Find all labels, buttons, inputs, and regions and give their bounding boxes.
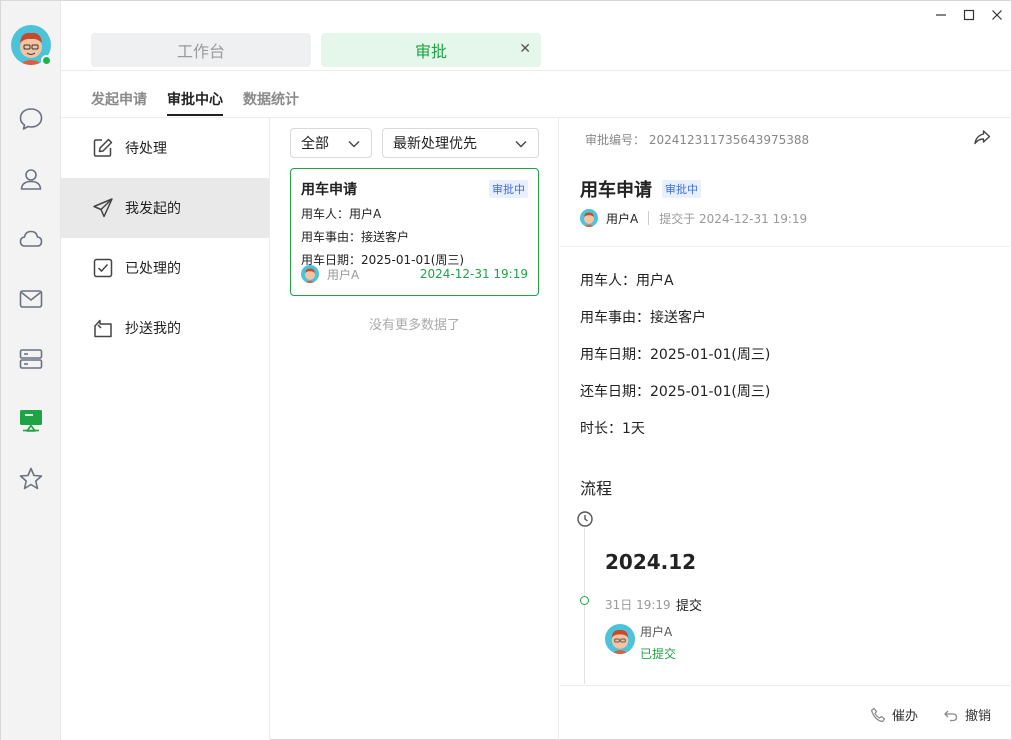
online-status-dot xyxy=(41,55,52,66)
edit-icon xyxy=(91,136,115,160)
subtab-statistics[interactable]: 数据统计 xyxy=(243,89,299,109)
server-icon[interactable] xyxy=(16,344,46,374)
close-tab-icon[interactable]: ✕ xyxy=(519,41,531,57)
chat-icon[interactable] xyxy=(16,104,46,134)
avatar xyxy=(301,265,319,283)
event-time: 31日 19:19 xyxy=(605,598,671,612)
submitted-time: 提交于 2024-12-31 19:19 xyxy=(659,211,808,226)
nav-item-cc[interactable]: 抄送我的 xyxy=(61,298,269,358)
select-value: 全部 xyxy=(301,136,329,152)
chevron-down-icon xyxy=(514,137,528,155)
field-user: 用车人：用户A xyxy=(580,273,674,289)
nav-label: 已处理的 xyxy=(125,261,181,277)
clock-icon xyxy=(576,510,594,532)
card-user-line: 用车人：用户A xyxy=(301,207,382,221)
tab-label: 审批 xyxy=(414,42,447,61)
left-rail xyxy=(1,1,61,740)
approval-number: 审批编号： 202412311735643975388 xyxy=(585,133,810,147)
tab-approval[interactable]: 审批 ✕ xyxy=(321,33,541,67)
tab-workbench[interactable]: 工作台 xyxy=(91,33,311,67)
field-use-date: 用车日期：2025-01-01(周三) xyxy=(580,347,771,363)
divider xyxy=(61,70,1012,71)
approval-nav: 待处理 我发起的 已处理的 抄送我的 xyxy=(61,118,270,740)
no-more-data-text: 没有更多数据了 xyxy=(368,318,460,333)
status-badge: 审批中 xyxy=(489,180,528,198)
cloud-icon[interactable] xyxy=(16,224,46,254)
timeline-dot xyxy=(580,596,589,605)
share-icon[interactable] xyxy=(973,128,991,150)
divider xyxy=(560,685,1012,686)
request-card[interactable]: 用车申请 审批中 用车人：用户A 用车事由：接送客户 用车日期：2025-01-… xyxy=(290,168,539,296)
revoke-label: 撤销 xyxy=(965,709,992,724)
card-user: 用户A xyxy=(327,267,360,282)
event-user: 用户A xyxy=(640,625,673,639)
mail-icon[interactable] xyxy=(16,284,46,314)
checkbox-icon xyxy=(91,256,115,280)
detail-meta: 用户A 提交于 2024-12-31 19:19 xyxy=(580,209,807,227)
cc-icon xyxy=(91,316,115,340)
avatar xyxy=(605,624,635,654)
chevron-down-icon xyxy=(347,137,361,155)
nav-label: 待处理 xyxy=(125,141,167,157)
active-tab-indicator xyxy=(167,114,223,116)
tab-label: 工作台 xyxy=(176,42,225,61)
card-reason-line: 用车事由：接送客户 xyxy=(301,230,410,244)
contacts-icon[interactable] xyxy=(16,164,46,194)
workbench-icon[interactable] xyxy=(16,404,46,434)
minimize-icon[interactable] xyxy=(927,1,955,29)
request-list-pane: 全部 最新处理优先 用车申请 审批中 用车人：用户A 用车事由：接送客户 用车日… xyxy=(270,118,559,740)
field-return-date: 还车日期：2025-01-01(周三) xyxy=(580,384,771,400)
nav-item-processed[interactable]: 已处理的 xyxy=(61,238,269,298)
card-time: 2024-12-31 19:19 xyxy=(419,267,528,281)
revoke-button[interactable]: 撤销 xyxy=(943,705,991,724)
select-value: 最新处理优先 xyxy=(393,136,477,152)
subtab-initiate[interactable]: 发起申请 xyxy=(91,89,147,109)
field-reason: 用车事由：接送客户 xyxy=(580,310,706,326)
request-detail-pane: 审批编号： 202412311735643975388 用车申请 审批中 用户A… xyxy=(560,118,1012,740)
close-icon[interactable] xyxy=(983,1,1011,29)
status-filter-select[interactable]: 全部 xyxy=(290,128,372,158)
event-status: 已提交 xyxy=(640,647,677,661)
nav-item-pending[interactable]: 待处理 xyxy=(61,118,269,178)
avatar xyxy=(580,209,598,227)
nav-label: 我发起的 xyxy=(125,201,181,217)
timeline-month: 2024.12 xyxy=(605,550,697,574)
user-avatar[interactable] xyxy=(11,25,52,66)
sort-select[interactable]: 最新处理优先 xyxy=(382,128,539,158)
favorites-icon[interactable] xyxy=(16,464,46,494)
nav-item-initiated[interactable]: 我发起的 xyxy=(61,178,269,238)
phone-icon xyxy=(870,707,886,722)
divider xyxy=(560,246,1012,247)
timeline-line xyxy=(584,528,585,684)
maximize-icon[interactable] xyxy=(955,1,983,29)
subtab-approval-center[interactable]: 审批中心 xyxy=(167,89,223,109)
urge-button[interactable]: 催办 xyxy=(870,705,918,724)
field-duration: 时长：1天 xyxy=(580,421,645,437)
detail-title: 用车申请 xyxy=(580,180,652,201)
undo-icon xyxy=(944,710,958,721)
event-name: 提交 xyxy=(676,599,703,614)
urge-label: 催办 xyxy=(892,709,919,724)
window-controls xyxy=(927,1,1011,29)
detail-user: 用户A xyxy=(606,211,639,226)
flow-title: 流程 xyxy=(580,479,613,498)
send-icon xyxy=(91,196,115,220)
nav-label: 抄送我的 xyxy=(125,321,181,337)
status-badge: 审批中 xyxy=(662,180,701,198)
